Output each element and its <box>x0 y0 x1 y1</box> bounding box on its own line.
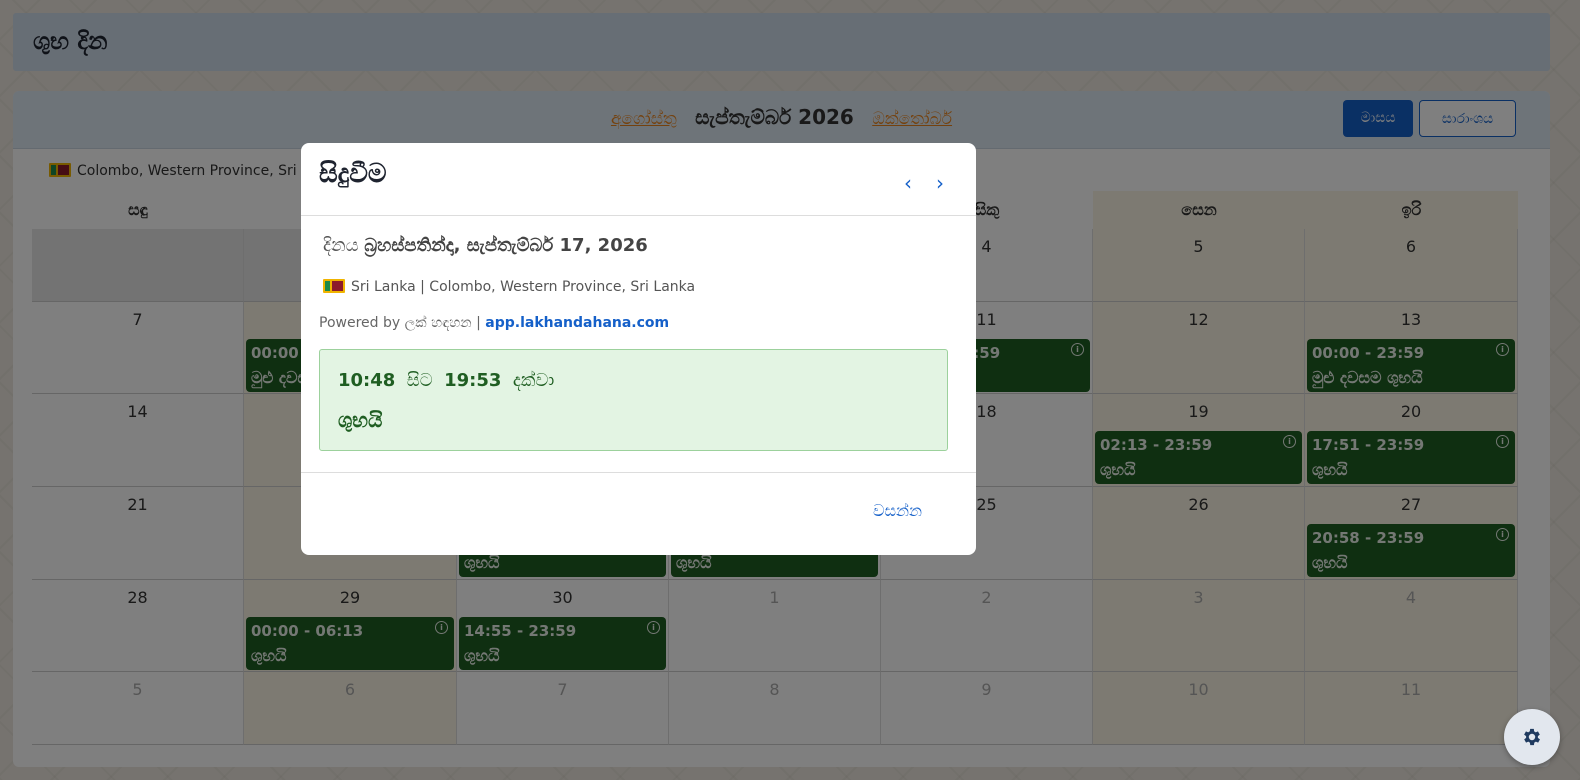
modal-date: දිනය බ්‍රහස්පතින්දා, සැප්තැම්බර් 17, 202… <box>323 235 648 256</box>
event-detail-box: 10:48 සිට 19:53 දක්වා ශුභයි <box>319 349 948 451</box>
to-word: දක්වා <box>512 370 555 391</box>
modal-title: සිදුවීම <box>319 159 387 189</box>
gear-icon <box>1524 728 1540 746</box>
next-event-button[interactable]: › <box>936 171 944 195</box>
event-time-range: 10:48 සිට 19:53 දක්වා <box>338 370 554 391</box>
modal-footer-divider <box>301 472 976 473</box>
modal-divider <box>301 215 976 216</box>
prev-event-button[interactable]: ‹ <box>904 171 912 195</box>
modal-location: Sri Lanka | Colombo, Western Province, S… <box>323 279 695 295</box>
event-modal: සිදුවීම ‹ › දිනය බ්‍රහස්පතින්දා, සැප්තැම… <box>301 143 976 555</box>
modal-location-text: Sri Lanka | Colombo, Western Province, S… <box>351 279 696 295</box>
event-end: 19:53 <box>444 370 502 391</box>
from-word: සිට <box>406 370 433 391</box>
close-button[interactable]: වසන්න <box>873 501 922 521</box>
date-label: දිනය <box>323 235 359 256</box>
event-label: ශුභයි <box>338 408 383 432</box>
powered-prefix: Powered by ලක් හඳහන | <box>319 315 481 331</box>
sri-lanka-flag-icon <box>323 279 345 293</box>
date-value: බ්‍රහස්පතින්දා, සැප්තැම්බර් 17, 2026 <box>364 235 648 256</box>
settings-button[interactable] <box>1504 709 1560 765</box>
powered-by: Powered by ලක් හඳහන | app.lakhandahana.c… <box>319 315 669 331</box>
powered-link[interactable]: app.lakhandahana.com <box>485 315 669 331</box>
event-start: 10:48 <box>338 370 396 391</box>
